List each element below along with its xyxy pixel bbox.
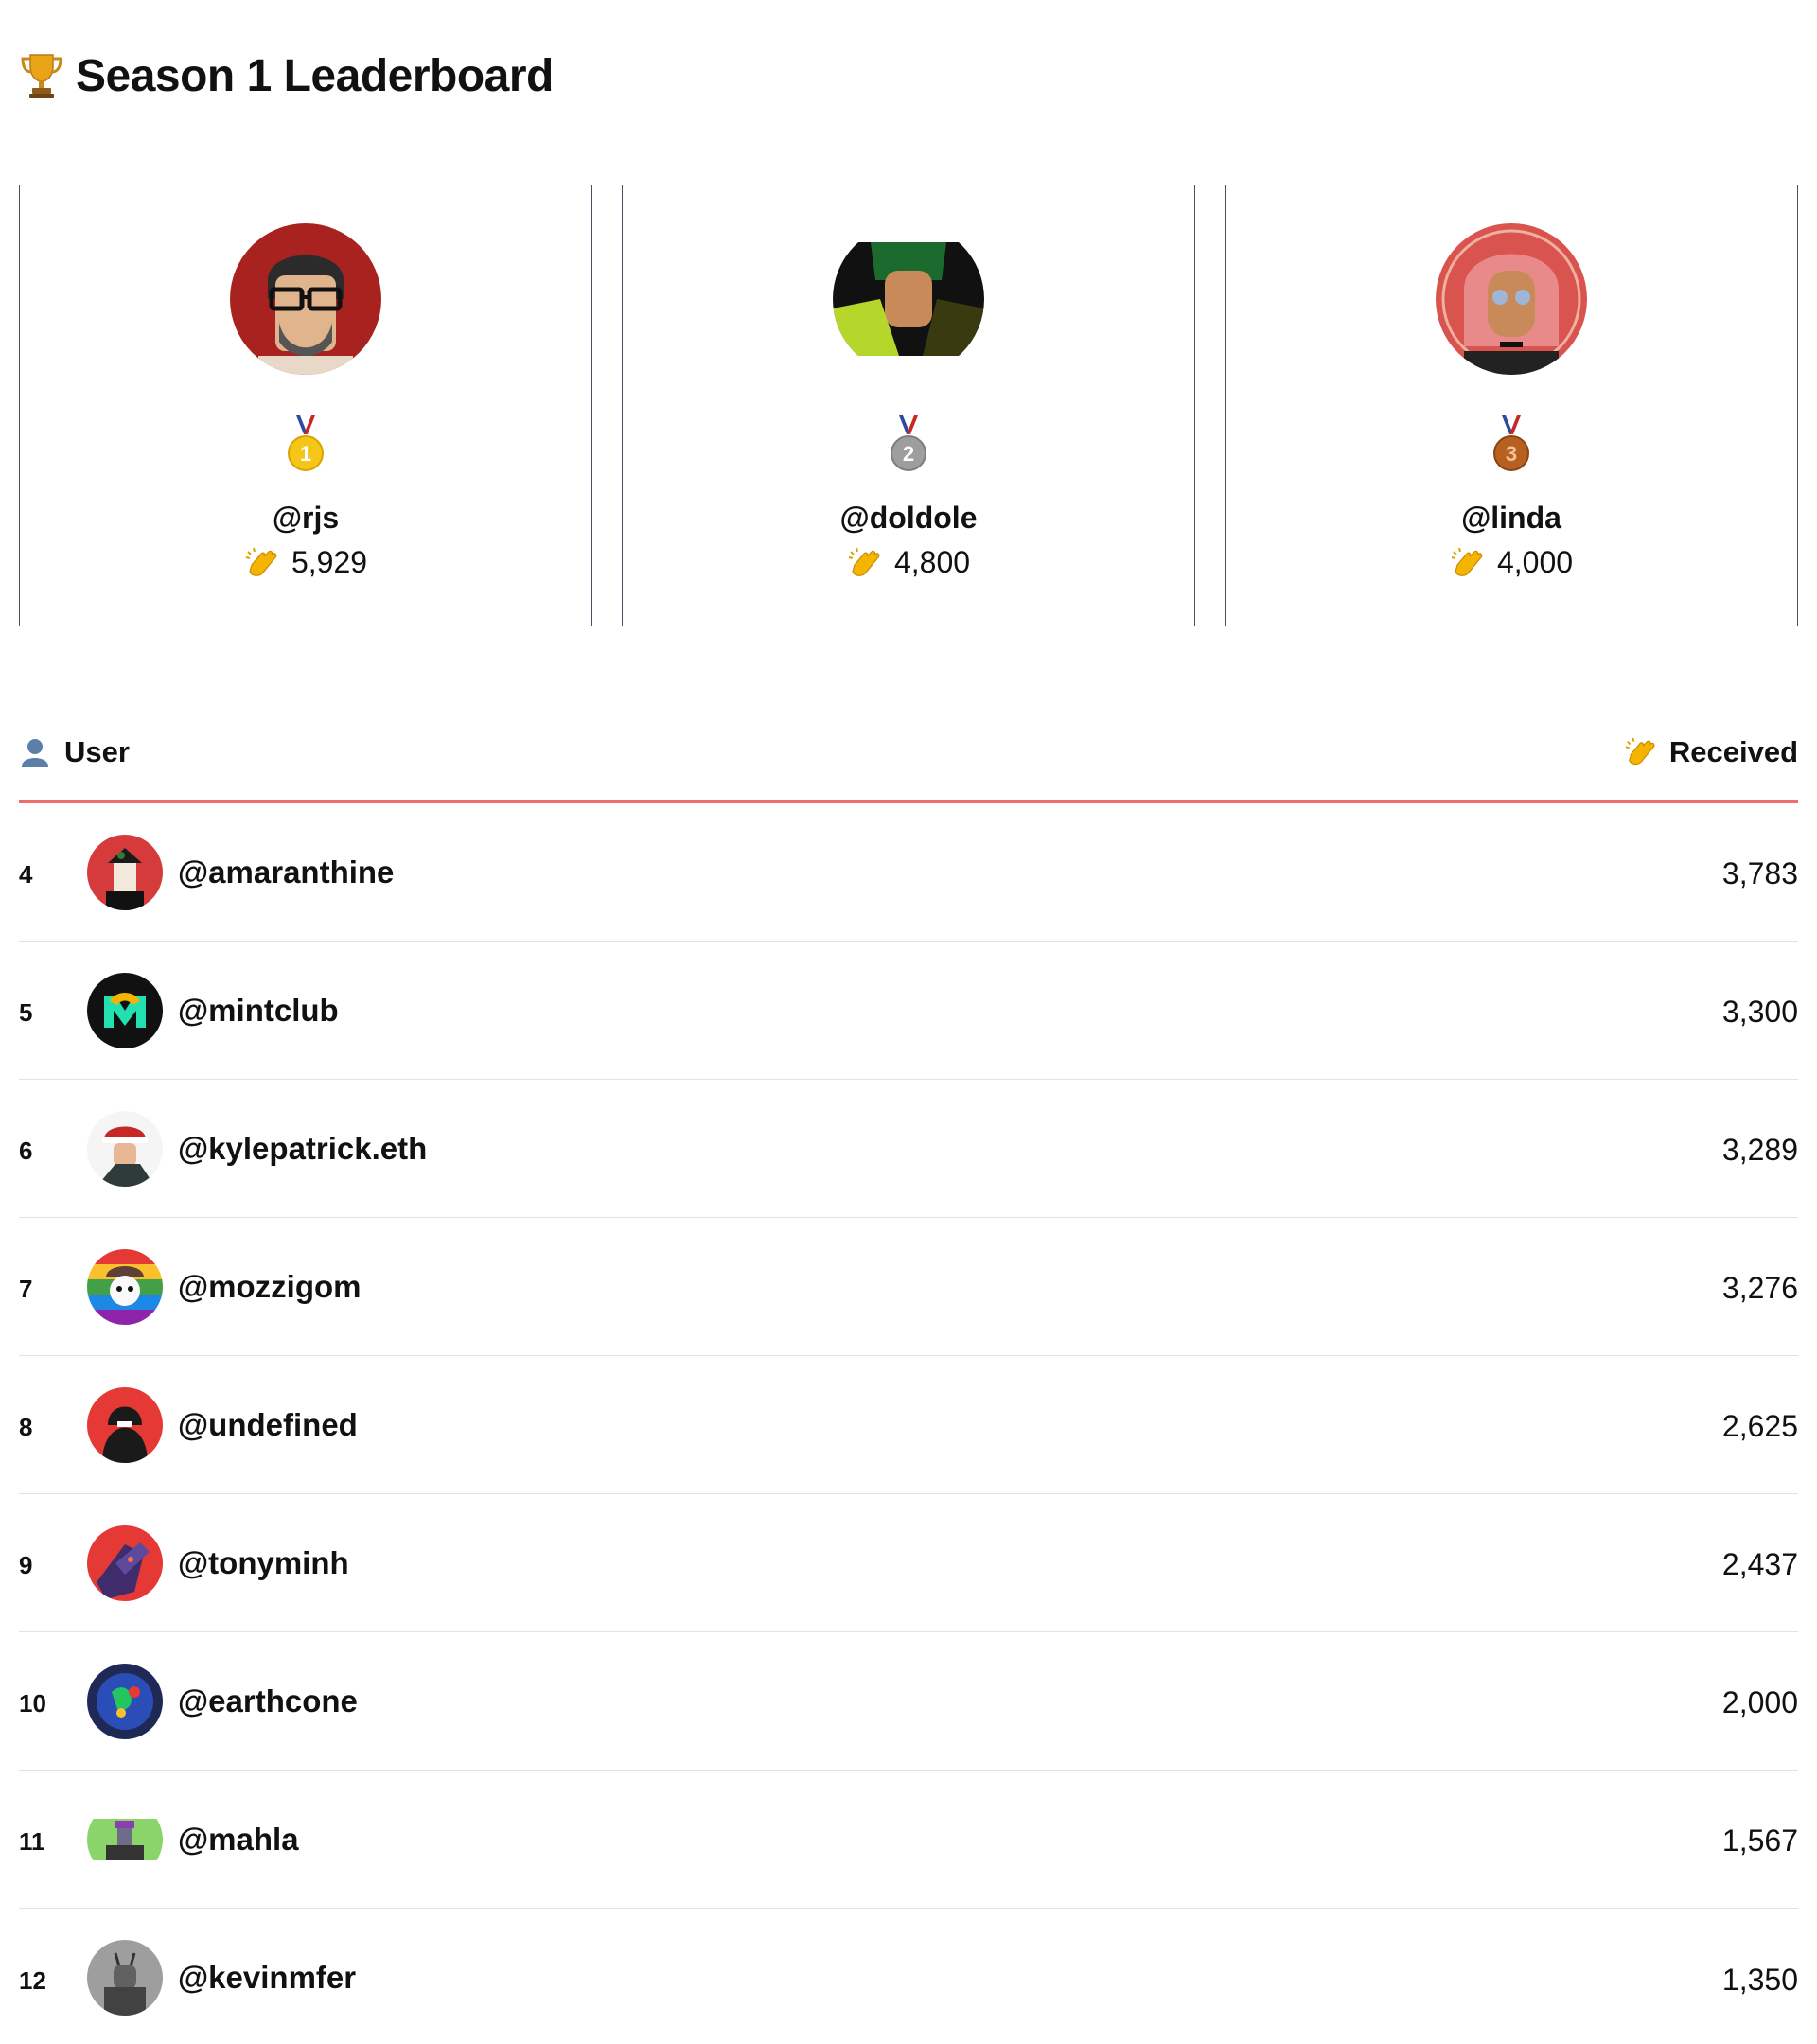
clap-icon [1625, 737, 1655, 766]
row-rank: 11 [19, 1827, 45, 1856]
podium-handle[interactable]: @doldole [623, 501, 1194, 536]
table-row[interactable]: 4 @amaranthine 3,783 [19, 803, 1798, 942]
avatar [87, 1248, 163, 1325]
user-icon [22, 739, 48, 766]
table-row[interactable]: 12 @kevinmfer 1,350 [19, 1909, 1798, 2044]
row-score: 3,276 [1721, 1271, 1798, 1305]
avatar [87, 972, 163, 1048]
row-handle[interactable]: @tonyminh [178, 1545, 1722, 1581]
row-score: 3,289 [1721, 1133, 1798, 1167]
podium-card-third[interactable]: 3 @linda 4,000 [1225, 185, 1798, 626]
row-score: 2,625 [1721, 1409, 1798, 1443]
svg-text:2: 2 [903, 442, 914, 466]
row-handle[interactable]: @undefined [178, 1407, 1722, 1443]
row-rank: 6 [19, 1137, 33, 1165]
row-score: 2,000 [1721, 1685, 1798, 1719]
row-rank: 12 [19, 1965, 46, 1995]
podium-score: 5,929 [20, 545, 591, 580]
row-rank: 7 [19, 1275, 33, 1303]
gold-medal-icon: 1 [288, 415, 324, 471]
svg-text:3: 3 [1506, 442, 1517, 466]
avatar [87, 1663, 163, 1739]
podium-score-value: 4,000 [1496, 545, 1574, 579]
row-rank: 8 [19, 1413, 33, 1441]
bronze-medal-icon: 3 [1493, 415, 1529, 471]
podium-card-second[interactable]: 2 @doldole 4,800 [622, 185, 1195, 626]
row-handle[interactable]: @kevinmfer [178, 1960, 1722, 1996]
podium-handle[interactable]: @linda [1226, 501, 1797, 536]
podium-score: 4,000 [1226, 545, 1797, 580]
page-header: Season 1 Leaderboard [19, 47, 554, 104]
row-handle[interactable]: @amaranthine [178, 855, 1722, 890]
table-row[interactable]: 6 @kylepatrick.eth 3,289 [19, 1080, 1798, 1218]
avatar [230, 223, 381, 375]
row-rank: 10 [19, 1689, 46, 1718]
svg-text:1: 1 [300, 442, 311, 466]
avatar [833, 223, 984, 375]
row-score: 3,300 [1721, 995, 1798, 1029]
row-handle[interactable]: @kylepatrick.eth [178, 1131, 1722, 1167]
table-header: User Received [19, 729, 1798, 776]
clap-icon [848, 547, 880, 576]
row-handle[interactable]: @mozzigom [178, 1269, 1722, 1305]
trophy-icon [21, 54, 62, 98]
table-row[interactable]: 5 @mintclub 3,300 [19, 942, 1798, 1080]
received-column-header[interactable]: Received [1624, 735, 1798, 769]
table-row[interactable]: 7 @mozzigom 3,276 [19, 1218, 1798, 1356]
row-handle[interactable]: @mintclub [178, 993, 1722, 1029]
row-handle[interactable]: @earthcone [178, 1683, 1722, 1719]
row-rank: 4 [19, 860, 33, 889]
podium-score-value: 5,929 [291, 545, 368, 579]
avatar [87, 1524, 163, 1601]
avatar [87, 1801, 163, 1877]
user-column-header[interactable]: User [19, 735, 130, 769]
received-column-label: Received [1668, 735, 1798, 768]
podium-handle[interactable]: @rjs [20, 501, 591, 536]
row-rank: 5 [19, 998, 33, 1027]
podium-score: 4,800 [623, 545, 1194, 580]
row-rank: 9 [19, 1551, 33, 1579]
avatar [87, 1940, 163, 2016]
row-score: 3,783 [1721, 856, 1798, 890]
page-title: Season 1 Leaderboard [76, 50, 554, 101]
clap-icon [1451, 547, 1483, 576]
avatar [1436, 223, 1587, 375]
podium-card-first[interactable]: 1 @rjs 5,929 [19, 185, 592, 626]
podium: 1 @rjs 5,929 2 @doldole 4,800 3 @linda 4… [19, 185, 1798, 626]
user-column-label: User [64, 735, 130, 768]
table-row[interactable]: 8 @undefined 2,625 [19, 1356, 1798, 1494]
row-handle[interactable]: @mahla [178, 1822, 1722, 1858]
silver-medal-icon: 2 [891, 415, 926, 471]
avatar [87, 1386, 163, 1463]
clap-icon [245, 547, 277, 576]
avatar [87, 1110, 163, 1187]
table-row[interactable]: 11 @mahla 1,567 [19, 1771, 1798, 1909]
podium-score-value: 4,800 [893, 545, 971, 579]
avatar [87, 834, 163, 910]
leaderboard-table: 4 @amaranthine 3,783 5 @mintclub 3,300 6… [19, 803, 1798, 2044]
table-row[interactable]: 10 @earthcone 2,000 [19, 1632, 1798, 1771]
table-row[interactable]: 9 @tonyminh 2,437 [19, 1494, 1798, 1632]
row-score: 1,567 [1721, 1824, 1798, 1858]
row-score: 1,350 [1721, 1962, 1798, 1997]
row-score: 2,437 [1721, 1547, 1798, 1581]
